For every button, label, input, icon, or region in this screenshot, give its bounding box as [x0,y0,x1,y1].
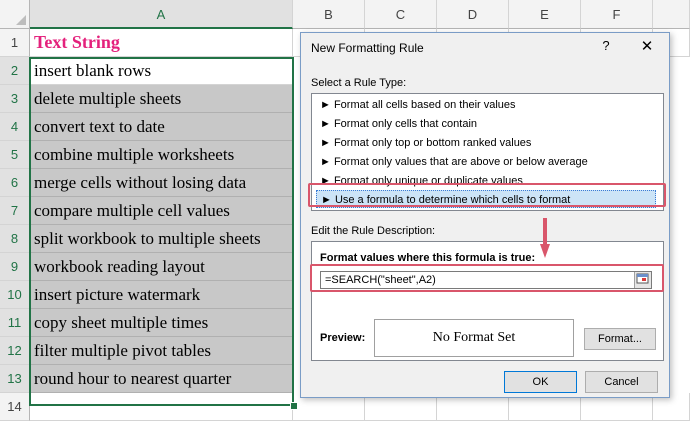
row-header-4[interactable]: 4 [0,113,30,141]
cell-a8[interactable]: split workbook to multiple sheets [30,225,293,253]
column-header-c[interactable]: C [365,0,437,29]
preview-box: No Format Set [374,319,574,357]
rule-type-list: ► Format all cells based on their values… [311,93,664,211]
rule-type-top-bottom[interactable]: ► Format only top or bottom ranked value… [316,134,656,152]
cell-a6[interactable]: merge cells without losing data [30,169,293,197]
column-header-a[interactable]: A [30,0,293,29]
cell-a11[interactable]: copy sheet multiple times [30,309,293,337]
rule-type-above-below-average[interactable]: ► Format only values that are above or b… [316,153,656,171]
collapse-dialog-button[interactable] [634,272,651,288]
cell-a10[interactable]: insert picture watermark [30,281,293,309]
cell-a1[interactable]: Text String [30,29,293,57]
edit-rule-description-label: Edit the Rule Description: [311,225,436,237]
help-icon[interactable]: ? [599,38,613,53]
column-header-d[interactable]: D [437,0,509,29]
row-header-5[interactable]: 5 [0,141,30,169]
row-header-12[interactable]: 12 [0,337,30,365]
cell-a2[interactable]: insert blank rows [30,57,293,85]
format-button[interactable]: Format... [584,328,656,350]
cell-a3[interactable]: delete multiple sheets [30,85,293,113]
cell-a14[interactable] [30,393,293,421]
down-arrow-icon [540,218,550,258]
formula-label: Format values where this formula is true… [320,252,536,264]
column-header-e[interactable]: E [509,0,581,29]
column-header-g[interactable] [653,0,690,29]
row-header-2[interactable]: 2 [0,57,30,85]
fill-handle[interactable] [290,402,298,410]
column-header-b[interactable]: B [293,0,365,29]
new-formatting-rule-dialog: New Formatting Rule ? ✕ Select a Rule Ty… [300,32,670,398]
preview-label: Preview: [320,332,366,344]
formula-input[interactable] [320,271,652,289]
dialog-title: New Formatting Rule [311,41,424,55]
cell-a7[interactable]: compare multiple cell values [30,197,293,225]
range-select-icon [636,273,649,284]
row-header-9[interactable]: 9 [0,253,30,281]
rule-type-cells-contain[interactable]: ► Format only cells that contain [316,115,656,133]
row-header-13[interactable]: 13 [0,365,30,393]
cell-a13[interactable]: round hour to nearest quarter [30,365,293,393]
cancel-button[interactable]: Cancel [585,371,658,393]
cell-a5[interactable]: combine multiple worksheets [30,141,293,169]
select-all-corner[interactable] [0,0,30,29]
row-header-14[interactable]: 14 [0,393,30,421]
cell-a12[interactable]: filter multiple pivot tables [30,337,293,365]
row-header-3[interactable]: 3 [0,85,30,113]
cell-a9[interactable]: workbook reading layout [30,253,293,281]
row-header-6[interactable]: 6 [0,169,30,197]
cell-a4[interactable]: convert text to date [30,113,293,141]
rule-description-panel: Format values where this formula is true… [311,241,664,361]
row-header-8[interactable]: 8 [0,225,30,253]
close-icon[interactable]: ✕ [639,37,655,55]
row-header-1[interactable]: 1 [0,29,30,57]
select-rule-type-label: Select a Rule Type: [311,77,407,89]
rule-type-all-values[interactable]: ► Format all cells based on their values [316,96,656,114]
rule-type-use-formula[interactable]: ► Use a formula to determine which cells… [316,190,656,208]
rule-type-unique-duplicate[interactable]: ► Format only unique or duplicate values [316,172,656,190]
row-header-10[interactable]: 10 [0,281,30,309]
row-header-11[interactable]: 11 [0,309,30,337]
column-header-f[interactable]: F [581,0,653,29]
row-header-7[interactable]: 7 [0,197,30,225]
ok-button[interactable]: OK [504,371,577,393]
